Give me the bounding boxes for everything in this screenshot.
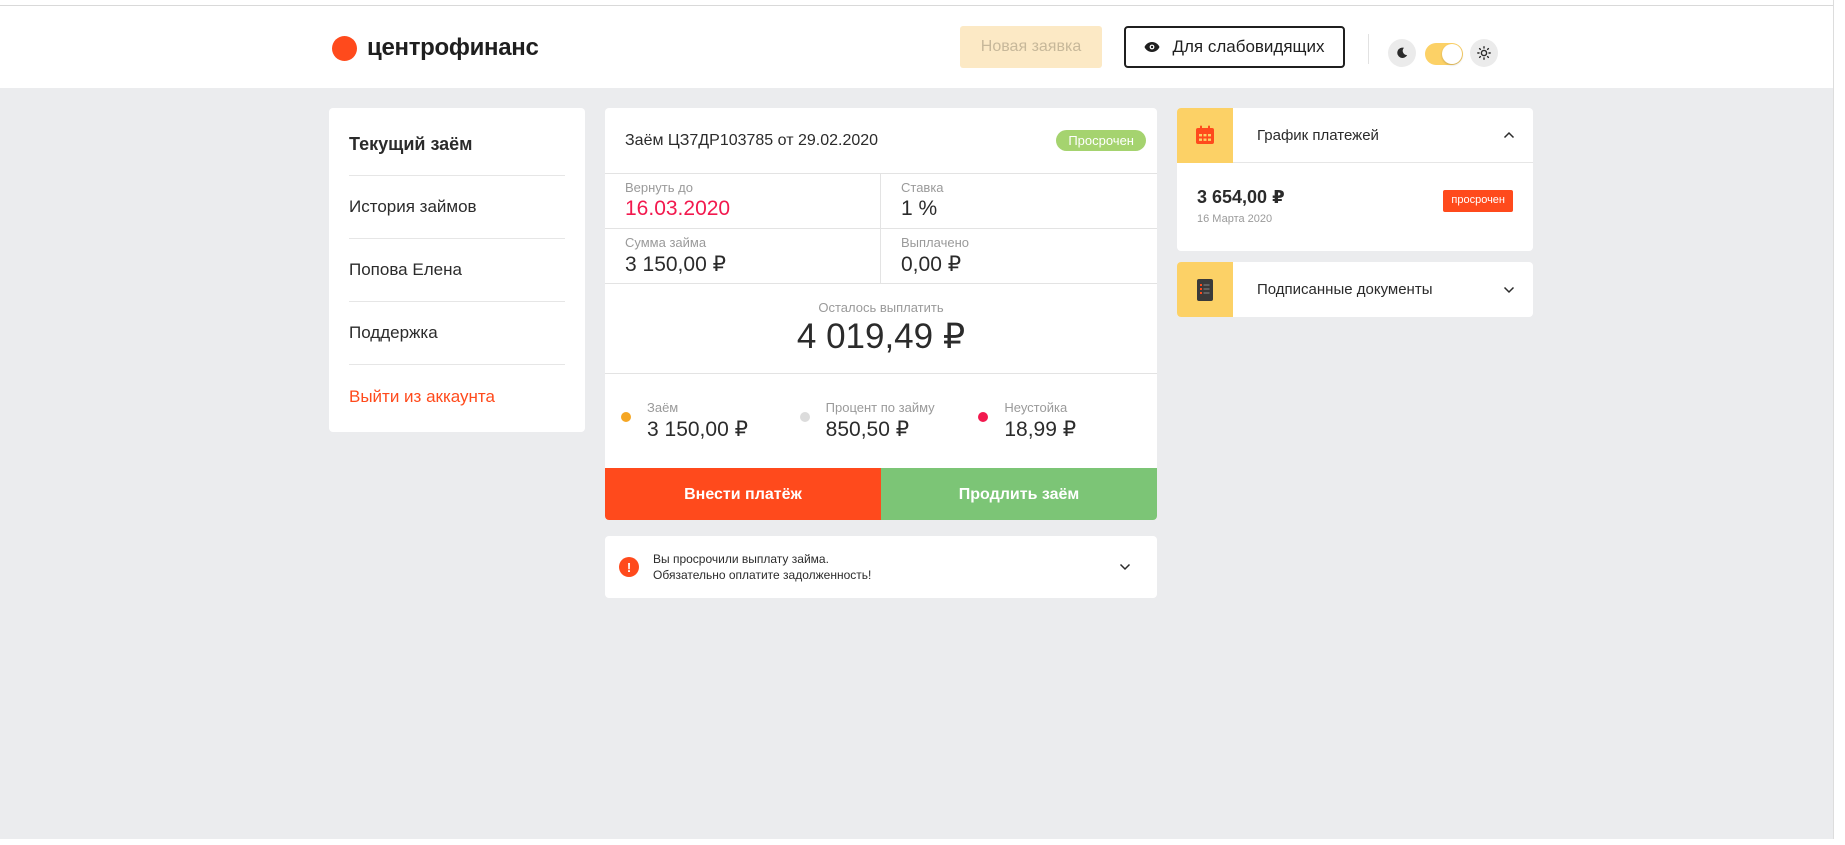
breakdown-value: 18,99 ₽ — [1004, 418, 1077, 441]
panel-icon-box — [1177, 108, 1233, 163]
logo-dot-icon — [332, 35, 357, 61]
breakdown-label: Процент по займу — [825, 400, 935, 415]
chevron-down-icon[interactable] — [1117, 559, 1133, 575]
warning-line-1: Вы просрочили выплату займа. — [653, 552, 829, 566]
sidebar: Текущий заём История займов Попова Елена… — [329, 108, 585, 432]
breakdown-item-interest: Процент по займу 850,50 ₽ — [799, 400, 979, 468]
extend-loan-button[interactable]: Продлить заём — [881, 468, 1157, 520]
browser-scrollbar-gutter — [1833, 0, 1845, 845]
new-application-button[interactable]: Новая заявка — [960, 26, 1102, 68]
sidebar-item-logout[interactable]: Выйти из аккаунта — [349, 365, 565, 428]
signed-documents-header[interactable]: Подписанные документы — [1177, 262, 1533, 317]
vision-mode-button[interactable]: Для слабовидящих — [1124, 26, 1345, 68]
theme-toggle[interactable] — [1425, 43, 1463, 65]
payment-schedule-header[interactable]: График платежей — [1177, 108, 1533, 163]
document-icon — [1197, 278, 1213, 301]
loan-header: Заём ЦЗ7ДР103785 от 29.02.2020 Просрочен — [605, 108, 1157, 174]
amount-label: Сумма займа — [625, 235, 707, 250]
light-theme-button[interactable] — [1470, 39, 1498, 67]
browser-bottom-edge — [0, 839, 1845, 845]
paid-label: Выплачено — [901, 235, 969, 250]
loan-title: Заём ЦЗ7ДР103785 от 29.02.2020 — [625, 131, 879, 149]
breakdown-item-penalty: Неустойка 18,99 ₽ — [978, 400, 1157, 468]
calendar-icon — [1196, 125, 1214, 144]
sidebar-item-current-loan[interactable]: Текущий заём — [349, 108, 565, 176]
payment-schedule-title: График платежей — [1257, 126, 1379, 144]
paid-value: 0,00 ₽ — [901, 253, 962, 276]
warning-text: Вы просрочили выплату займа. Обязательно… — [653, 551, 1117, 583]
vision-mode-label: Для слабовидящих — [1172, 37, 1325, 56]
breakdown-label: Неустойка — [1004, 400, 1068, 415]
overdue-warning[interactable]: ! Вы просрочили выплату займа. Обязатель… — [605, 536, 1157, 598]
theme-toggle-knob — [1442, 44, 1462, 64]
signed-documents-title: Подписанные документы — [1257, 281, 1433, 298]
header-divider — [1368, 34, 1369, 64]
penalty-dot-icon — [978, 412, 989, 422]
sidebar-item-loan-history[interactable]: История займов — [349, 176, 565, 239]
warning-line-2: Обязательно оплатите задолженность! — [653, 568, 872, 582]
remaining-block: Осталось выплатить 4 019,49 ₽ — [605, 284, 1157, 374]
rate-value: 1 % — [901, 197, 938, 220]
breakdown-label: Заём — [647, 400, 679, 415]
schedule-payment-amount: 3 654,00 ₽ — [1197, 187, 1285, 207]
panel-icon-box — [1177, 262, 1233, 317]
dark-theme-button[interactable] — [1388, 39, 1416, 67]
site-header: центрофинанс Новая заявка Для слабовидящ… — [0, 6, 1833, 88]
return-by-cell: Вернуть до 16.03.2020 — [605, 174, 881, 228]
amount-value: 3 150,00 ₽ — [625, 253, 726, 276]
status-badge: Просрочен — [1056, 130, 1146, 151]
chevron-down-icon[interactable] — [1501, 282, 1517, 298]
sidebar-item-support[interactable]: Поддержка — [349, 302, 565, 365]
rate-label: Ставка — [901, 180, 944, 195]
make-payment-button[interactable]: Внести платёж — [605, 468, 881, 520]
schedule-payment-row: 3 654,00 ₽ 16 Марта 2020 просрочен — [1177, 163, 1533, 225]
loan-info-row: Сумма займа 3 150,00 ₽ Выплачено 0,00 ₽ — [605, 229, 1157, 284]
sidebar-item-profile[interactable]: Попова Елена — [349, 239, 565, 302]
payment-schedule-panel: График платежей 3 654,00 ₽ 16 Марта 2020… — [1177, 108, 1533, 251]
exclamation-icon: ! — [619, 557, 639, 577]
return-by-value: 16.03.2020 — [625, 197, 731, 220]
breakdown-value: 3 150,00 ₽ — [647, 418, 748, 441]
loan-info-row: Вернуть до 16.03.2020 Ставка 1 % — [605, 174, 1157, 229]
return-by-label: Вернуть до — [625, 180, 693, 195]
amount-cell: Сумма займа 3 150,00 ₽ — [605, 229, 881, 283]
eye-icon — [1144, 41, 1160, 53]
logo[interactable]: центрофинанс — [332, 34, 539, 62]
principal-dot-icon — [621, 412, 631, 422]
signed-documents-panel: Подписанные документы — [1177, 262, 1533, 317]
logo-text: центрофинанс — [367, 34, 539, 61]
schedule-payment-date: 16 Марта 2020 — [1197, 213, 1273, 225]
payment-breakdown: Заём 3 150,00 ₽ Процент по займу 850,50 … — [605, 374, 1157, 468]
loan-actions: Внести платёж Продлить заём — [605, 468, 1157, 520]
interest-dot-icon — [799, 412, 810, 422]
loan-card: Заём ЦЗ7ДР103785 от 29.02.2020 Просрочен… — [605, 108, 1157, 520]
chevron-up-icon[interactable] — [1501, 127, 1517, 143]
remaining-label: Осталось выплатить — [818, 300, 944, 315]
breakdown-item-principal: Заём 3 150,00 ₽ — [621, 400, 800, 468]
paid-cell: Выплачено 0,00 ₽ — [881, 229, 1157, 283]
rate-cell: Ставка 1 % — [881, 174, 1157, 228]
moon-icon — [1397, 47, 1408, 58]
breakdown-value: 850,50 ₽ — [825, 418, 910, 441]
sun-icon — [1477, 46, 1491, 60]
remaining-value: 4 019,49 ₽ — [796, 317, 966, 356]
schedule-status-badge: просрочен — [1443, 190, 1513, 212]
